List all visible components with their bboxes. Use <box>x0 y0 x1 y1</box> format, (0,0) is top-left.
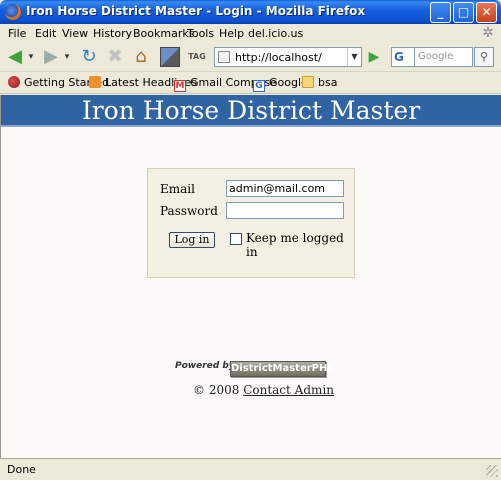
window-titlebar[interactable]: Iron Horse District Master - Login - Moz… <box>0 0 501 24</box>
login-form: Email Password Log in Keep me logged in <box>147 168 355 278</box>
page-content: Iron Horse District Master Email Passwor… <box>0 95 501 458</box>
stop-icon[interactable]: ✖ <box>104 46 126 68</box>
back-history-dropdown-icon[interactable]: ▾ <box>26 46 36 68</box>
throbber-icon: ✲ <box>482 25 494 41</box>
menu-edit[interactable]: Edit <box>35 27 56 40</box>
forward-arrow-icon[interactable]: ▶ <box>40 46 62 68</box>
email-label: Email <box>160 182 195 196</box>
firefox-icon <box>5 4 21 20</box>
bookmarks-toolbar: Getting Started Latest Headlines M Gmail … <box>0 72 501 94</box>
keep-logged-in-label[interactable]: Keep me logged in <box>246 231 354 259</box>
menu-delicious[interactable]: del.icio.us <box>248 27 303 40</box>
email-field[interactable] <box>226 180 344 197</box>
menu-help[interactable]: Help <box>219 27 244 40</box>
back-arrow-icon[interactable]: ◀ <box>4 46 26 68</box>
minimize-button[interactable]: _ <box>430 2 451 23</box>
search-input[interactable]: Google <box>415 47 473 67</box>
getting-started-icon <box>8 76 20 88</box>
menu-tools[interactable]: Tools <box>187 27 214 40</box>
tag-icon[interactable]: TAG <box>186 46 208 68</box>
url-dropdown-icon[interactable]: ▼ <box>347 48 361 66</box>
go-arrow-icon[interactable]: ▶ <box>365 48 383 66</box>
forward-history-dropdown-icon[interactable]: ▾ <box>62 46 72 68</box>
menu-bookmarks[interactable]: Bookmarks <box>133 27 194 40</box>
status-bar: Done <box>0 458 501 480</box>
bookmark-folder-bsa[interactable]: bsa <box>302 76 337 89</box>
menu-file[interactable]: File <box>8 27 26 40</box>
footer-copyright: © 2008 Contact Admin <box>193 383 334 397</box>
menu-history[interactable]: History <box>93 27 132 40</box>
search-icon[interactable]: ⚲ <box>474 47 494 67</box>
keep-logged-in-checkbox[interactable] <box>230 233 242 245</box>
contact-admin-link[interactable]: Contact Admin <box>243 383 334 397</box>
rss-icon <box>89 76 101 88</box>
home-icon[interactable]: ⌂ <box>130 46 152 68</box>
url-bar[interactable]: http://localhost/ ▼ <box>214 47 362 67</box>
copyright-text: © 2008 <box>193 383 240 397</box>
menu-bar: File Edit View History Bookmarks Tools H… <box>0 24 501 42</box>
reload-icon[interactable]: ↻ <box>78 46 100 68</box>
folder-icon <box>302 76 314 88</box>
url-text[interactable]: http://localhost/ <box>235 51 322 64</box>
close-button[interactable]: ✕ <box>476 2 497 23</box>
powered-by-label: Powered by <box>175 361 235 371</box>
password-field[interactable] <box>226 202 344 219</box>
bookmark-google[interactable]: G Google <box>253 76 308 92</box>
page-favicon-icon <box>218 51 230 63</box>
delicious-bookmark-icon[interactable] <box>160 47 180 67</box>
status-text: Done <box>7 463 36 476</box>
site-title: Iron Horse District Master <box>81 96 421 125</box>
site-banner: Iron Horse District Master <box>1 95 501 127</box>
google-icon: G <box>253 80 265 92</box>
window-title: Iron Horse District Master - Login - Moz… <box>26 4 366 18</box>
search-engine-selector[interactable]: G <box>391 47 415 67</box>
menu-view[interactable]: View <box>62 27 88 40</box>
login-button[interactable]: Log in <box>169 232 215 248</box>
resize-grip-icon[interactable] <box>486 465 498 477</box>
maximize-button[interactable]: □ <box>453 2 474 23</box>
gmail-icon: M <box>174 80 186 92</box>
product-badge[interactable]: DistrictMasterPHP <box>230 361 335 377</box>
password-label: Password <box>160 204 218 218</box>
